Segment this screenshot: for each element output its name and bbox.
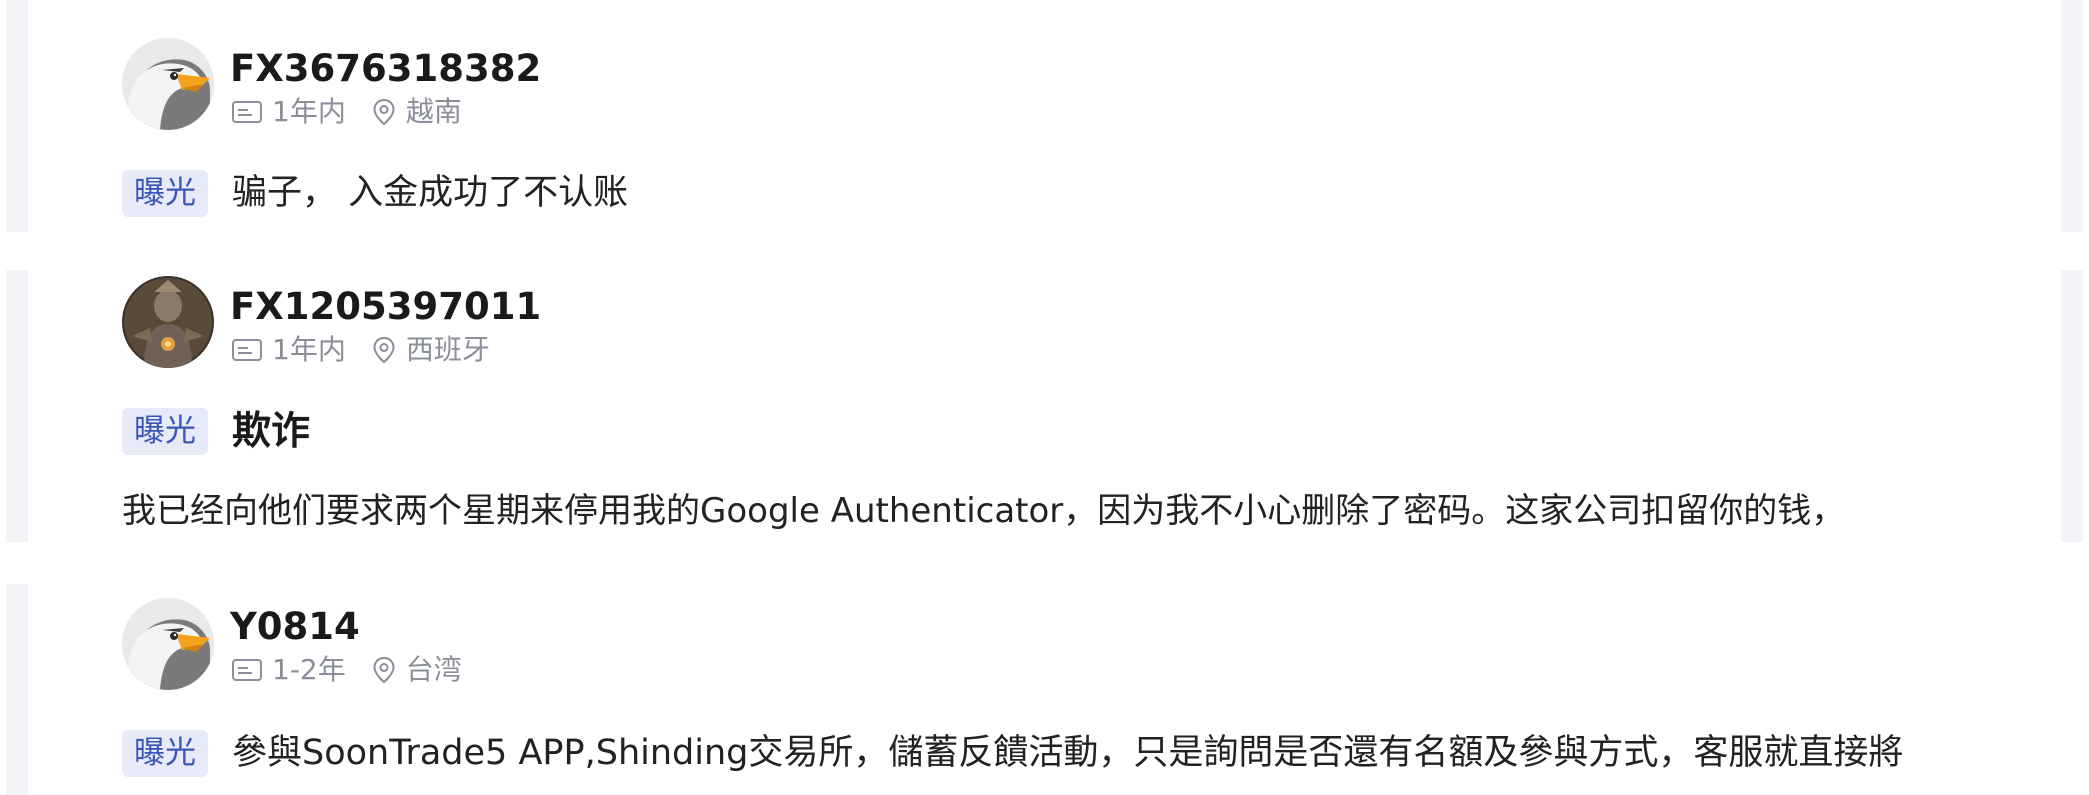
exposure-badge: 曝光 [122, 730, 208, 777]
card-left-rail [6, 270, 28, 542]
review-duration: 1年内 [272, 95, 346, 128]
location-pin-icon [372, 98, 396, 126]
card-right-rail [2061, 0, 2083, 232]
review-title-row: 曝光 骗子， 入金成功了不认账 [122, 170, 628, 217]
review-meta: 1年内 西班牙 [232, 336, 490, 364]
review-card[interactable]: Y0814 1-2年 台湾 曝光 參與SoonTrade5 APP,Shindi… [0, 584, 2089, 795]
review-title-row: 曝光 參與SoonTrade5 APP,Shinding交易所，儲蓄反饋活動，只… [122, 730, 1903, 777]
review-title[interactable]: 骗子， 入金成功了不认账 [232, 176, 628, 211]
location-pin-icon [372, 336, 396, 364]
id-card-icon [232, 659, 262, 681]
review-title[interactable]: 欺诈 [232, 412, 310, 451]
eagle-avatar[interactable] [122, 38, 214, 130]
location-pin-icon [372, 656, 396, 684]
eagle-avatar[interactable] [122, 598, 214, 690]
id-card-icon [232, 339, 262, 361]
review-meta: 1年内 越南 [232, 98, 462, 126]
exposure-badge: 曝光 [122, 408, 208, 455]
review-location: 台湾 [405, 653, 462, 686]
username[interactable]: FX1205397011 [230, 288, 541, 325]
review-card[interactable]: FX1205397011 1年内 西班牙 曝光 欺诈 我已经向他们要求两个星期来… [0, 270, 2089, 542]
review-location: 西班牙 [405, 333, 490, 366]
review-list: FX3676318382 1年内 越南 曝光 骗子， 入金成功了不认账 FX12… [0, 0, 2089, 795]
review-duration: 1年内 [272, 333, 346, 366]
review-body[interactable]: 我已经向他们要求两个星期来停用我的Google Authenticator，因为… [122, 494, 1845, 528]
review-card[interactable]: FX3676318382 1年内 越南 曝光 骗子， 入金成功了不认账 [0, 0, 2089, 232]
card-left-rail [6, 0, 28, 232]
review-title-row: 曝光 欺诈 [122, 408, 310, 455]
deity-avatar[interactable] [122, 276, 214, 368]
card-left-rail [6, 584, 28, 795]
username[interactable]: FX3676318382 [230, 50, 541, 87]
review-meta: 1-2年 台湾 [232, 656, 462, 684]
review-title[interactable]: 參與SoonTrade5 APP,Shinding交易所，儲蓄反饋活動，只是詢問… [232, 736, 1903, 771]
card-right-rail [2061, 270, 2083, 542]
review-location: 越南 [405, 95, 462, 128]
username[interactable]: Y0814 [230, 608, 360, 645]
id-card-icon [232, 101, 262, 123]
exposure-badge: 曝光 [122, 170, 208, 217]
review-duration: 1-2年 [272, 653, 346, 686]
